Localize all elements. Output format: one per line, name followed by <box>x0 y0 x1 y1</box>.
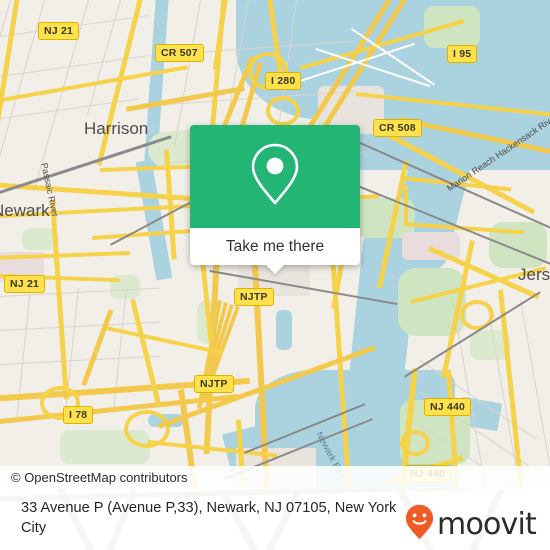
street-grid <box>520 299 550 488</box>
callout-tail <box>266 265 284 274</box>
road-i78-ne <box>81 309 114 386</box>
road-nj21-south <box>50 199 69 400</box>
place-label: Harrison <box>84 119 149 138</box>
road-shield: NJ 21 <box>4 275 46 293</box>
osm-attribution: © OpenStreetMap contributors <box>0 466 550 489</box>
water-pond-c <box>501 16 531 56</box>
take-me-there-button[interactable]: Take me there <box>190 228 360 265</box>
road-shield: NJTP <box>194 375 234 393</box>
road-nj440-ramp <box>400 430 430 456</box>
take-me-there-label: Take me there <box>225 237 325 255</box>
road-shield: NJ 440 <box>424 398 472 416</box>
road-shield: NJTP <box>234 288 274 306</box>
park-left-upper <box>22 228 56 250</box>
street-grid <box>112 288 128 414</box>
moovit-smiley-pin-icon <box>405 504 434 545</box>
place-label: Jers <box>518 265 550 284</box>
road-shield: I 78 <box>63 406 94 424</box>
location-callout-card[interactable]: Take me there <box>190 125 360 274</box>
footer-bar: 33 Avenue P (Avenue P,33), Newark, NJ 07… <box>0 489 550 550</box>
map-pin-icon <box>249 141 301 212</box>
road-i280-ramp-2 <box>266 96 300 126</box>
road-shield: I 280 <box>265 72 302 90</box>
water-pond-a <box>276 310 292 350</box>
moovit-logo[interactable]: moovit <box>405 504 537 545</box>
street-grid <box>0 98 139 120</box>
moovit-map-card: NJ 21 CR 507 I 280 I 95 CR 508 NJ 21 NJTP NJTP I… <box>0 0 550 550</box>
road-shield: CR 507 <box>155 44 204 62</box>
road-jc-ramp <box>460 300 494 330</box>
address-text: 33 Avenue P (Avenue P,33), Newark, NJ 07… <box>21 500 397 536</box>
road-shield: CR 508 <box>373 119 422 137</box>
moovit-wordmark: moovit <box>437 506 537 542</box>
osm-attribution-text: © OpenStreetMap contributors <box>11 470 188 485</box>
road-shield: NJ 21 <box>38 22 80 40</box>
street-grid <box>0 355 160 366</box>
road-shield: I 95 <box>447 45 478 63</box>
place-label: Newark <box>0 201 50 220</box>
callout-header <box>190 125 360 228</box>
